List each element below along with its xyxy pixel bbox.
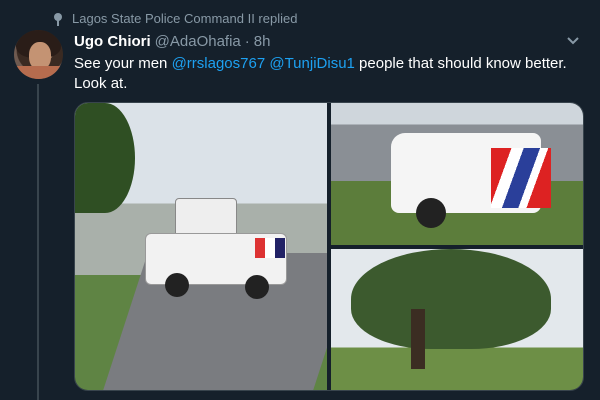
photo-police-car-closeup[interactable] — [331, 103, 583, 245]
handle[interactable]: @AdaOhafia — [155, 33, 241, 50]
avatar[interactable] — [14, 30, 63, 79]
reply-indicator-icon — [54, 12, 62, 26]
tree-canopy-shape — [351, 249, 551, 349]
chevron-down-icon[interactable] — [566, 36, 580, 46]
wheel-shape — [165, 273, 189, 297]
photo-trees-sky[interactable] — [331, 249, 583, 390]
separator: · — [244, 33, 250, 50]
truck-stripe-shape — [255, 238, 285, 258]
tree-trunk-shape — [411, 309, 425, 369]
mention-link[interactable]: @TunjiDisu1 — [269, 55, 355, 72]
tweet-header: Ugo Chiori @AdaOhafia · 8h — [74, 33, 270, 50]
tweet-text: See your men @rrslagos767 @TunjiDisu1 pe… — [74, 54, 574, 94]
tree-shape — [75, 103, 135, 213]
photo-police-pickup-roadside[interactable] — [75, 103, 327, 390]
timestamp[interactable]: 8h — [254, 33, 271, 50]
reply-context-text[interactable]: Lagos State Police Command II replied — [72, 11, 297, 26]
wheel-shape — [416, 198, 446, 228]
tweet-text-part: See your men — [74, 55, 172, 72]
car-stripe-shape — [491, 148, 551, 208]
reply-context: Lagos State Police Command II replied — [52, 11, 297, 26]
thread-line — [37, 84, 39, 400]
avatar-shoulder — [14, 66, 63, 79]
mention-link[interactable]: @rrslagos767 — [172, 55, 266, 72]
media-grid — [74, 102, 584, 391]
display-name[interactable]: Ugo Chiori — [74, 33, 151, 50]
wheel-shape — [245, 275, 269, 299]
